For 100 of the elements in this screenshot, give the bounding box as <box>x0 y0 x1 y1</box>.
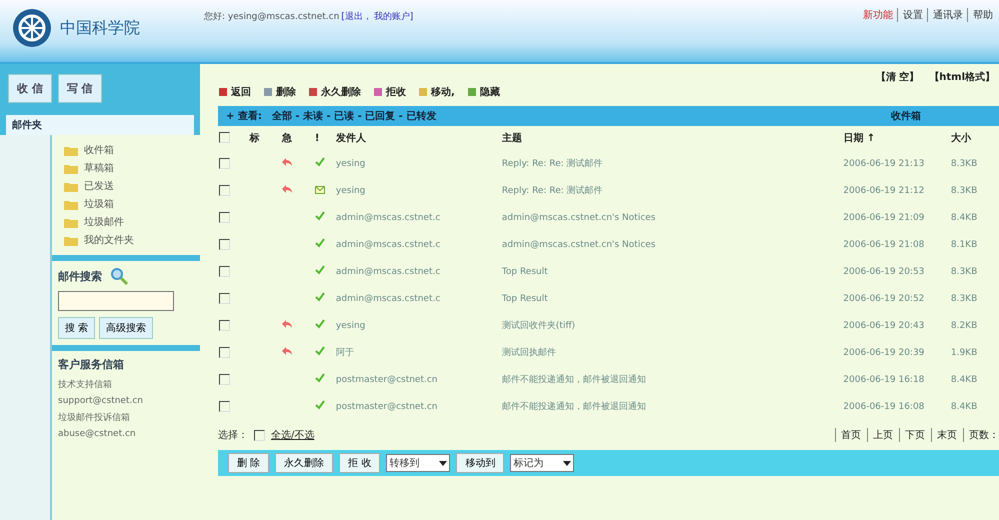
column-header[interactable]: 日期 ↑ <box>842 126 950 150</box>
size-cell-text: 8.4KB <box>950 212 978 224</box>
top-link[interactable]: 新功能 <box>863 8 893 22</box>
column-header[interactable]: 发件人 <box>334 126 501 150</box>
search-field[interactable] <box>58 291 174 311</box>
sender-cell-text: yesing <box>334 320 366 332</box>
date-cell-text: 2006-06-19 16:08 <box>842 400 926 414</box>
subject-cell[interactable]: Reply: Re: Re: 测试邮件 <box>500 177 842 204</box>
size-cell-text: 8.2KB <box>950 320 978 332</box>
subject-cell[interactable]: 邮件不能投递通知，邮件被退回通知 <box>500 393 842 420</box>
select-all-link[interactable]: 全选/不选 <box>271 428 314 442</box>
pager-link[interactable]: 页数： <box>963 428 999 442</box>
subject-cell[interactable]: 测试回执邮件 <box>500 339 842 366</box>
action-button[interactable]: 永久删除 <box>275 453 334 473</box>
user-email: 您好: yesing@mscas.cstnet.cn <box>204 10 340 23</box>
select-all-checkbox[interactable] <box>254 430 265 440</box>
toolbar-button[interactable]: 移动, <box>418 85 455 99</box>
row-checkbox[interactable] <box>219 266 230 277</box>
column-header[interactable]: 大小 <box>950 126 999 150</box>
folder-item[interactable]: 已发送 <box>58 177 194 195</box>
toolbar-button[interactable]: 拒收 <box>373 85 406 99</box>
search-button[interactable]: 搜 索 <box>58 317 96 339</box>
folder-item[interactable]: 我的文件夹 <box>58 231 194 249</box>
mail-button[interactable]: 收 信 <box>8 74 52 103</box>
size-cell-text: 8.3KB <box>950 158 978 170</box>
size-cell-text: 1.9KB <box>950 346 978 360</box>
toolbar-link[interactable]: 【html格式】 <box>929 70 995 84</box>
folder-item[interactable]: 草稿箱 <box>58 159 194 177</box>
subject-cell[interactable]: admin@mscas.cstnet.cn's Notices <box>500 204 842 231</box>
row-checkbox[interactable] <box>219 185 230 196</box>
top-link[interactable]: 帮助 <box>967 8 993 22</box>
pager-link[interactable]: 末页 <box>931 428 957 442</box>
service-title: 客户服务信箱 <box>58 357 124 372</box>
header-checkbox[interactable] <box>219 132 230 144</box>
row-checkbox[interactable] <box>219 347 230 358</box>
subject-cell[interactable]: 测试回收件夹(tiff) <box>500 312 842 339</box>
sender-cell-text: yesing <box>334 184 366 198</box>
action-button[interactable]: 移动到 <box>456 453 504 473</box>
toolbar-icon <box>466 87 477 97</box>
date-cell-text: 2006-06-19 16:18 <box>842 374 926 386</box>
column-header[interactable]: 急 <box>281 126 314 150</box>
toolbar-button[interactable]: 隐藏 <box>466 85 500 99</box>
row-checkbox[interactable] <box>219 401 230 412</box>
date-cell-text: 2006-06-19 21:09 <box>842 212 926 224</box>
toolbar-icon <box>218 87 228 97</box>
row-checkbox[interactable] <box>219 293 230 304</box>
action-button[interactable]: 删 除 <box>228 453 270 473</box>
toolbar-button[interactable]: 永久删除 <box>308 85 361 99</box>
folder-item[interactable]: 垃圾箱 <box>58 195 194 213</box>
service-text: support@cstnet.cn <box>58 396 144 406</box>
dropdown[interactable]: 转移到 <box>386 454 450 472</box>
toolbar-icon <box>308 87 318 97</box>
row-checkbox[interactable] <box>219 158 230 169</box>
sender-cell-text: postmaster@cstnet.cn <box>334 374 439 386</box>
size-cell-text: 8.1KB <box>950 238 978 252</box>
size-cell-text: 8.3KB <box>950 292 978 306</box>
column-header[interactable]: ! <box>314 126 335 150</box>
folder-icon <box>64 180 78 192</box>
dropdown[interactable]: 标记为 <box>510 454 574 472</box>
action-button[interactable]: 拒 收 <box>339 453 380 473</box>
date-cell-text: 2006-06-19 20:52 <box>842 292 926 306</box>
date-cell-text: 2006-06-19 20:43 <box>842 320 926 332</box>
mail-button[interactable]: 写 信 <box>58 74 102 103</box>
date-cell-text: 2006-06-19 20:53 <box>842 266 926 278</box>
date-cell-text: 2006-06-19 21:12 <box>842 184 926 198</box>
pager-link[interactable]: 首页 <box>835 428 861 442</box>
row-checkbox[interactable] <box>219 239 230 250</box>
row-checkbox[interactable] <box>219 374 230 385</box>
search-button[interactable]: 高级搜索 <box>99 317 154 339</box>
row-checkbox[interactable] <box>219 212 230 223</box>
subject-cell[interactable]: admin@mscas.cstnet.cn's Notices <box>500 231 842 258</box>
top-link[interactable]: 设置 <box>897 8 923 22</box>
folder-icon <box>64 216 78 228</box>
service-text: abuse@cstnet.cn <box>58 429 137 439</box>
account-link[interactable]: 我的账户] <box>374 10 414 23</box>
folder-icon <box>64 144 78 156</box>
column-header[interactable]: 主题 <box>500 126 842 150</box>
pager-link[interactable]: 上页 <box>867 428 893 442</box>
size-cell-text: 8.4KB <box>950 374 978 386</box>
folder-icon <box>64 234 78 246</box>
pager-link[interactable]: 下页 <box>899 428 925 442</box>
toolbar-icon <box>263 87 273 97</box>
sender-cell-text: postmaster@cstnet.cn <box>334 400 439 414</box>
row-checkbox[interactable] <box>219 320 230 331</box>
column-header[interactable]: 标 <box>248 126 282 150</box>
service-text: 技术支持信箱 <box>58 378 113 391</box>
view-filters[interactable]: 全部 - 未读 - 已读 - 已回复 - 已转发 <box>272 109 436 123</box>
folder-item[interactable]: 垃圾邮件 <box>58 213 194 231</box>
subject-cell[interactable]: 邮件不能投递通知，邮件被退回通知 <box>500 366 842 393</box>
folder-item[interactable]: 收件箱 <box>58 141 194 159</box>
account-link[interactable]: [退出， <box>341 10 372 23</box>
subject-cell[interactable]: Reply: Re: Re: 测试邮件 <box>500 150 842 177</box>
toolbar-icon <box>418 87 428 97</box>
subject-cell[interactable]: Top Result <box>500 285 842 312</box>
toolbar-button[interactable]: 删除 <box>263 85 296 99</box>
top-link[interactable]: 通讯录 <box>927 8 963 22</box>
toolbar-link[interactable]: 【清 空】 <box>876 70 920 84</box>
toolbar-button[interactable]: 返回 <box>218 85 251 99</box>
select-label: 选择： <box>218 428 248 442</box>
subject-cell[interactable]: Top Result <box>500 258 842 285</box>
